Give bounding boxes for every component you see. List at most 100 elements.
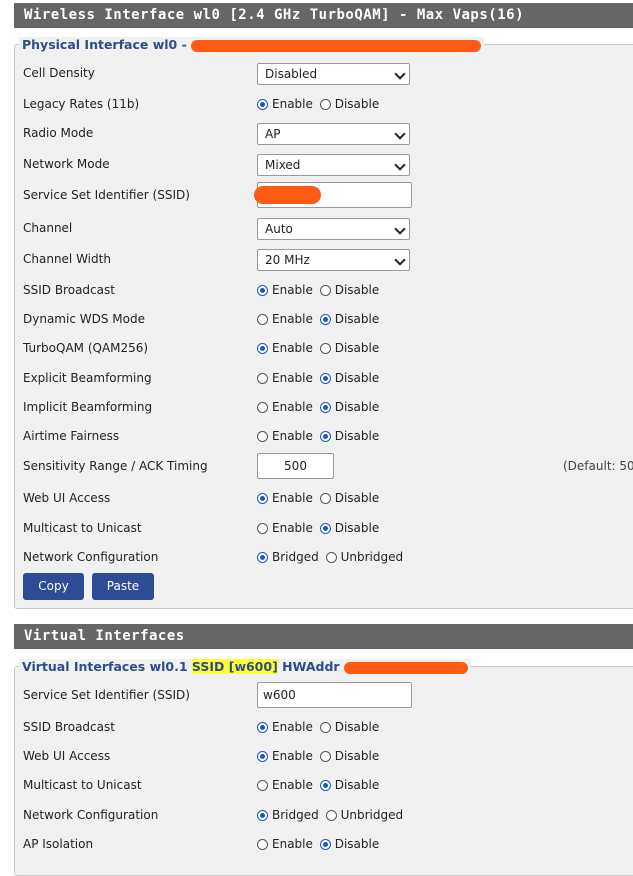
radio-selected-icon[interactable] [257,493,268,504]
airtime-fairness-disable-option[interactable]: Disable [319,429,380,443]
radio-selected-icon[interactable] [319,314,331,325]
legacy-rates-enable-option[interactable]: Enable [257,97,313,111]
radio-mode-value: AP [265,127,281,141]
web-ui-access-enable-option[interactable]: Enable [257,491,313,505]
radio-unselected-icon[interactable] [319,493,331,504]
virtual-ssid-input[interactable]: w600 [257,682,412,708]
unbridged-label: Unbridged [340,808,404,822]
hwaddr-label: HWAddr [282,659,340,674]
ssid-broadcast-enable-option[interactable]: Enable [257,283,313,297]
explicit-beamforming-row: Explicit Beamforming Enable Disable [23,368,633,390]
web-ui-access-disable-option[interactable]: Disable [319,491,380,505]
virtual-ssid-broadcast-disable-option[interactable]: Disable [319,720,380,734]
radio-selected-icon[interactable] [257,751,268,762]
network-mode-row: Network Mode Mixed [23,154,633,176]
radio-mode-select[interactable]: AP [257,123,410,145]
chevron-down-icon [394,128,406,140]
disable-label: Disable [334,749,380,763]
legacy-rates-row: Legacy Rates (11b) Enable Disable [23,94,633,116]
radio-unselected-icon[interactable] [257,373,268,384]
turboqam-enable-option[interactable]: Enable [257,341,313,355]
radio-selected-icon[interactable] [319,839,331,850]
radio-unselected-icon[interactable] [257,523,268,534]
legacy-rates-disable-option[interactable]: Disable [319,97,379,111]
radio-selected-icon[interactable] [319,523,331,534]
virtual-network-configuration-bridged-option[interactable]: Bridged [257,808,319,822]
radio-unselected-icon[interactable] [257,839,268,850]
redacted-region [191,39,482,52]
radio-unselected-icon[interactable] [319,285,331,296]
virtual-network-configuration-unbridged-option[interactable]: Unbridged [325,808,404,822]
radio-selected-icon[interactable] [319,402,331,413]
radio-selected-icon[interactable] [257,99,268,110]
virtual-ssid-label: Service Set Identifier (SSID) [23,688,190,702]
channel-label: Channel [23,221,73,235]
radio-unselected-icon[interactable] [325,552,337,563]
virtual-web-ui-access-enable-option[interactable]: Enable [257,749,313,763]
turboqam-disable-option[interactable]: Disable [319,341,379,355]
sensitivity-range-label: Sensitivity Range / ACK Timing [23,459,208,473]
radio-unselected-icon[interactable] [325,810,337,821]
implicit-beamforming-enable-option[interactable]: Enable [257,400,313,414]
cell-density-select[interactable]: Disabled [257,63,410,85]
disable-label: Disable [334,521,380,535]
network-mode-select[interactable]: Mixed [257,154,410,176]
virtual-web-ui-access-disable-option[interactable]: Disable [319,749,380,763]
paste-button[interactable]: Paste [92,573,154,600]
radio-selected-icon[interactable] [257,552,268,563]
disable-label: Disable [334,720,380,734]
radio-unselected-icon[interactable] [257,431,268,442]
enable-label: Enable [272,749,313,763]
radio-selected-icon[interactable] [257,343,268,354]
dynamic-wds-disable-option[interactable]: Disable [319,312,379,326]
dynamic-wds-label: Dynamic WDS Mode [23,312,145,326]
disable-label: Disable [334,491,380,505]
radio-unselected-icon[interactable] [257,780,268,791]
radio-selected-icon[interactable] [319,373,331,384]
virtual-ssid-broadcast-enable-option[interactable]: Enable [257,720,313,734]
radio-unselected-icon[interactable] [257,314,268,325]
network-configuration-label: Network Configuration [23,550,159,564]
ssid-broadcast-row: SSID Broadcast Enable Disable [23,280,633,302]
implicit-beamforming-disable-option[interactable]: Disable [319,400,379,414]
copy-button[interactable]: Copy [23,573,84,600]
radio-unselected-icon[interactable] [319,722,331,733]
radio-unselected-icon[interactable] [319,343,331,354]
airtime-fairness-enable-option[interactable]: Enable [257,429,313,443]
explicit-beamforming-disable-option[interactable]: Disable [319,371,379,385]
enable-label: Enable [272,491,313,505]
sensitivity-default-note: (Default: 500 [563,459,633,473]
radio-selected-icon[interactable] [257,810,268,821]
cell-density-row: Cell Density Disabled [23,63,633,85]
airtime-fairness-label: Airtime Fairness [23,429,120,443]
virtual-multicast-unicast-disable-option[interactable]: Disable [319,778,379,792]
network-configuration-unbridged-option[interactable]: Unbridged [325,550,403,564]
radio-selected-icon[interactable] [319,431,331,442]
channel-row: Channel Auto [23,218,633,240]
radio-selected-icon[interactable] [319,780,331,791]
channel-width-label: Channel Width [23,252,111,266]
radio-selected-icon[interactable] [257,722,268,733]
network-configuration-bridged-option[interactable]: Bridged [257,550,319,564]
explicit-beamforming-enable-option[interactable]: Enable [257,371,313,385]
ap-isolation-enable-option[interactable]: Enable [257,837,313,851]
radio-unselected-icon[interactable] [257,402,268,413]
ssid-broadcast-label: SSID Broadcast [23,283,115,297]
disable-label: Disable [334,429,380,443]
multicast-unicast-enable-option[interactable]: Enable [257,521,313,535]
radio-unselected-icon[interactable] [319,99,331,110]
virtual-multicast-unicast-enable-option[interactable]: Enable [257,778,313,792]
sensitivity-range-input[interactable]: 500 [257,453,334,479]
enable-label: Enable [272,720,313,734]
multicast-unicast-disable-option[interactable]: Disable [319,521,380,535]
radio-mode-label: Radio Mode [23,126,94,140]
channel-width-select[interactable]: 20 MHz [257,249,410,271]
ssid-broadcast-disable-option[interactable]: Disable [319,283,379,297]
channel-select[interactable]: Auto [257,218,410,240]
radio-selected-icon[interactable] [257,285,268,296]
radio-unselected-icon[interactable] [319,751,331,762]
virtual-network-configuration-label: Network Configuration [23,808,159,822]
web-ui-access-row: Web UI Access Enable Disable [23,488,633,510]
ap-isolation-disable-option[interactable]: Disable [319,837,379,851]
dynamic-wds-enable-option[interactable]: Enable [257,312,313,326]
